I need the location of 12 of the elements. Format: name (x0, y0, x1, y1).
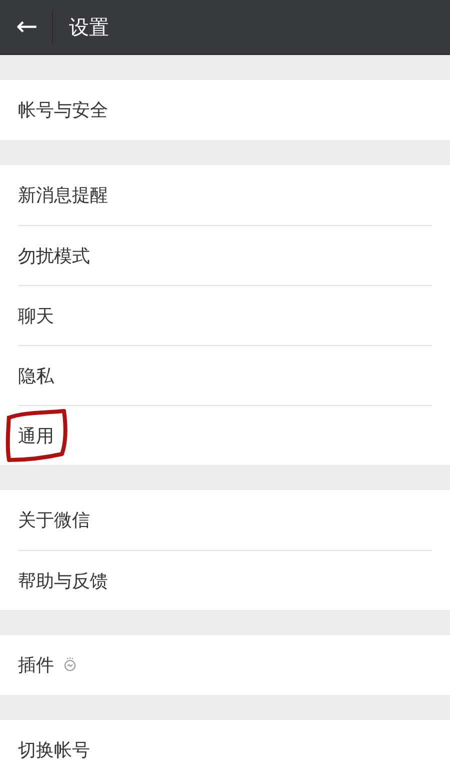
settings-item[interactable]: 聊天 (18, 304, 54, 328)
settings-item[interactable]: 新消息提醒 (18, 183, 108, 207)
settings-item[interactable]: 帐号与安全 (18, 98, 108, 122)
settings-item[interactable]: 插件 (18, 653, 54, 677)
window-title: 设置 (68, 14, 109, 40)
back-button[interactable]: ← (0, 0, 52, 54)
settings-item[interactable]: 隐私 (18, 364, 54, 388)
settings-item[interactable]: 通用 (18, 424, 54, 448)
settings-item[interactable]: 勿扰模式 (18, 244, 90, 268)
settings-item[interactable]: 切换帐号 (18, 738, 90, 762)
settings-item[interactable]: 关于微信 (18, 508, 90, 532)
settings-item[interactable]: 帮助与反馈 (18, 568, 108, 592)
